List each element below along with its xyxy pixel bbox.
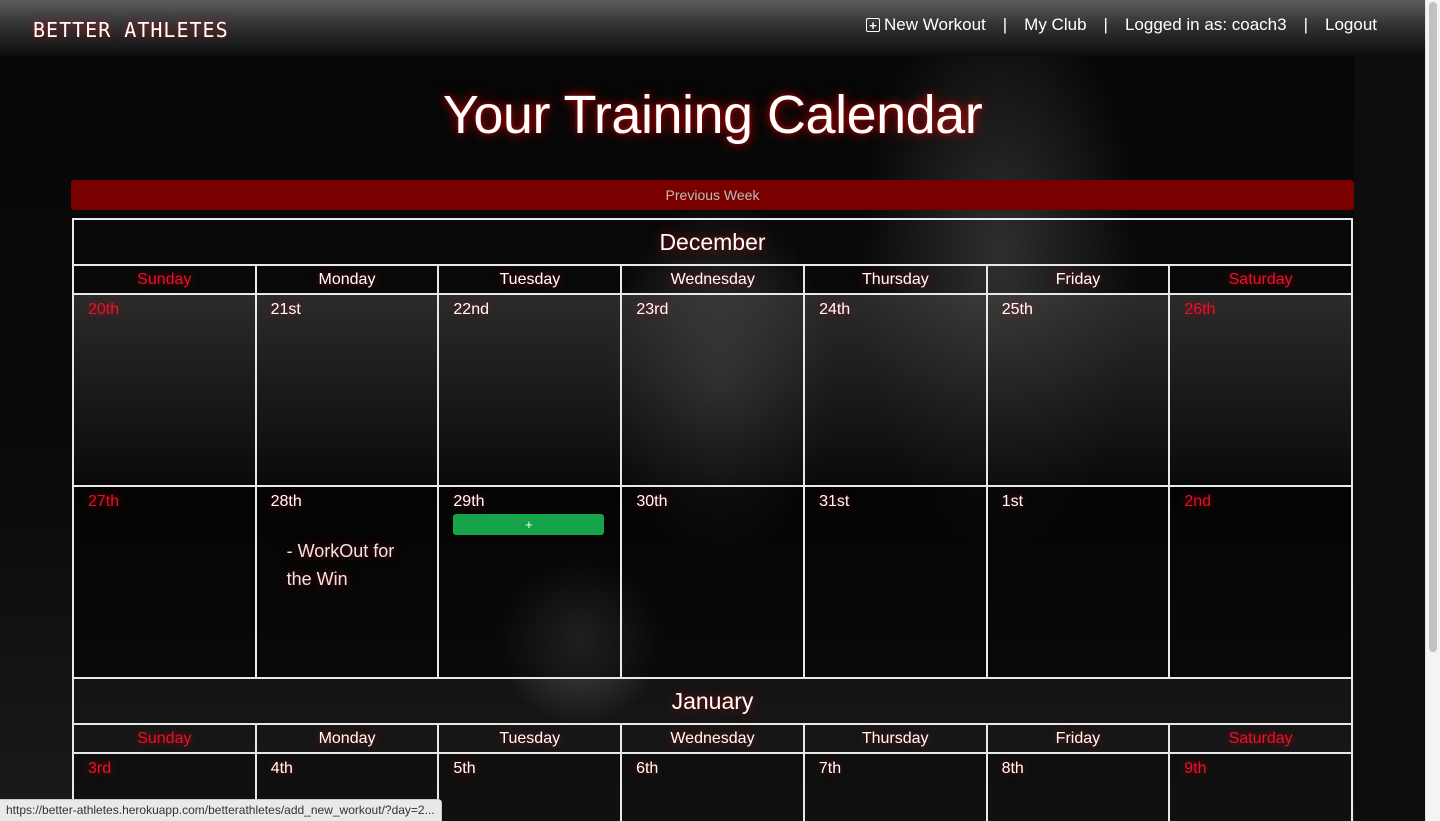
day-cell[interactable]: 28th - WorkOut for the Win: [254, 485, 440, 679]
day-cell[interactable]: 29th +: [437, 485, 623, 679]
day-cell[interactable]: 7th: [802, 752, 988, 821]
new-workout-label: New Workout: [884, 15, 986, 34]
workout-entry[interactable]: - WorkOut for the Win: [287, 537, 424, 593]
nav-separator: |: [1303, 15, 1308, 34]
weekday-wednesday: Wednesday: [620, 264, 806, 295]
date-label: 7th: [818, 760, 842, 777]
date-label: 2nd: [1184, 493, 1212, 510]
weekday-tuesday: Tuesday: [437, 723, 623, 754]
day-cell[interactable]: 6th: [620, 752, 805, 821]
previous-week-button[interactable]: Previous Week: [71, 180, 1354, 210]
day-cell[interactable]: 30th: [620, 485, 806, 679]
weekday-monday: Monday: [254, 723, 440, 754]
day-cell[interactable]: 22nd: [437, 293, 623, 487]
date-label: 25th: [1001, 301, 1033, 318]
weekday-friday: Friday: [985, 264, 1171, 295]
date-label: 8th: [1001, 760, 1024, 777]
brand-logo[interactable]: BETTER ATHLETES: [33, 18, 229, 42]
page-title: Your Training Calendar: [442, 85, 983, 145]
date-label: 5th: [453, 760, 476, 777]
day-cell[interactable]: 5th: [437, 752, 623, 821]
day-cell[interactable]: 27th: [72, 485, 257, 679]
date-label: 26th: [1184, 301, 1216, 318]
day-cell[interactable]: 25th: [985, 293, 1171, 487]
add-workout-button[interactable]: +: [453, 514, 605, 535]
day-cell[interactable]: 21st: [254, 293, 440, 487]
date-label: 9th: [1184, 760, 1207, 777]
day-cell[interactable]: 23rd: [620, 293, 806, 487]
logout-link[interactable]: Logout: [1325, 15, 1377, 35]
date-label: 23rd: [636, 301, 669, 318]
day-cell[interactable]: 2nd: [1168, 485, 1353, 679]
vertical-scrollbar[interactable]: [1425, 0, 1440, 821]
nav-separator: |: [1002, 15, 1008, 34]
weekday-monday: Monday: [254, 264, 440, 295]
status-bar-url: https://better-athletes.herokuapp.com/be…: [0, 799, 442, 821]
date-label: 31st: [819, 493, 850, 510]
logged-in-user-link[interactable]: Logged in as: coach3: [1125, 15, 1287, 35]
date-label: 29th: [453, 493, 485, 510]
weekday-header-row: Sunday Monday Tuesday Wednesday Thursday…: [72, 264, 1353, 295]
day-cell[interactable]: 26th: [1168, 293, 1353, 487]
date-label: 27th: [88, 493, 120, 510]
nav-links: + New Workout | My Club | Logged in as: …: [866, 15, 1377, 35]
day-cell[interactable]: 31st: [803, 485, 988, 679]
week-row: 27th 28th - WorkOut for the Win 29th + 3…: [72, 485, 1353, 679]
navbar: BETTER ATHLETES + New Workout | My Club …: [0, 0, 1425, 56]
date-label: 1st: [1001, 493, 1024, 510]
month-heading: December: [72, 218, 1353, 266]
weekday-saturday: Saturday: [1168, 723, 1353, 754]
weekday-sunday: Sunday: [72, 723, 257, 754]
date-label: 22nd: [453, 301, 489, 318]
scrollbar-thumb[interactable]: [1429, 2, 1437, 652]
day-cell[interactable]: 24th: [803, 293, 988, 487]
weekday-thursday: Thursday: [802, 723, 988, 754]
nav-separator: |: [1103, 15, 1108, 34]
background-edge: [1354, 56, 1425, 821]
day-cell[interactable]: 8th: [985, 752, 1171, 821]
date-label: 4th: [270, 760, 293, 777]
day-cell[interactable]: 1st: [985, 485, 1171, 679]
weekday-header-row: Sunday Monday Tuesday Wednesday Thursday…: [72, 723, 1353, 754]
my-club-link[interactable]: My Club: [1024, 15, 1086, 35]
new-workout-link[interactable]: + New Workout: [866, 15, 986, 35]
date-label: 21st: [270, 301, 301, 318]
month-heading: January: [72, 677, 1353, 725]
weekday-thursday: Thursday: [803, 264, 988, 295]
weekday-saturday: Saturday: [1168, 264, 1353, 295]
weekday-tuesday: Tuesday: [437, 264, 623, 295]
weekday-wednesday: Wednesday: [620, 723, 805, 754]
week-row: 20th 21st 22nd 23rd 24th 25th 26th: [72, 293, 1353, 487]
calendar-december: December Sunday Monday Tuesday Wednesday…: [72, 218, 1353, 679]
day-cell[interactable]: 20th: [72, 293, 257, 487]
date-label: 3rd: [88, 760, 112, 777]
date-label: 28th: [270, 493, 302, 510]
weekday-friday: Friday: [985, 723, 1171, 754]
date-label: 30th: [636, 493, 668, 510]
date-label: 6th: [636, 760, 659, 777]
date-label: 20th: [88, 301, 120, 318]
day-cell[interactable]: 9th: [1168, 752, 1353, 821]
date-label: 24th: [819, 301, 851, 318]
plus-square-icon: +: [866, 18, 881, 32]
weekday-sunday: Sunday: [72, 264, 257, 295]
